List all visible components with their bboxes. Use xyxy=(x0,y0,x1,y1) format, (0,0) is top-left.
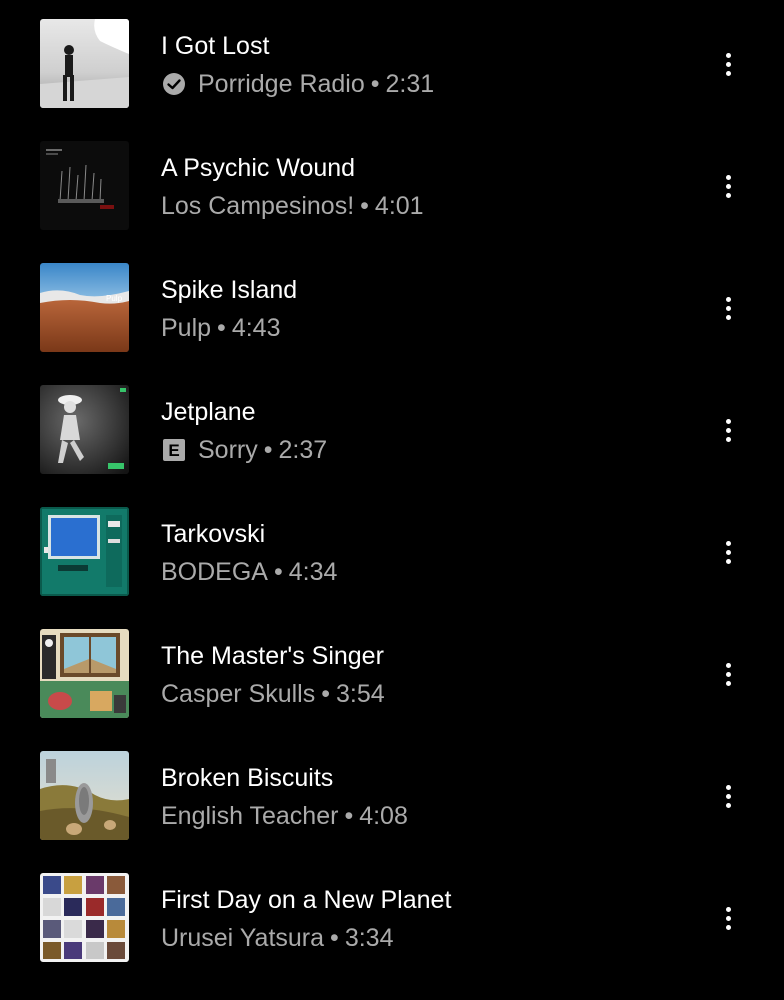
song-title: Spike Island xyxy=(161,276,298,304)
song-duration: 2:31 xyxy=(385,70,435,98)
more-vert-icon[interactable] xyxy=(712,48,744,80)
song-subtitle: BODEGA • 4:34 xyxy=(161,557,337,587)
song-artist: Sorry xyxy=(198,436,258,464)
song-duration: 3:34 xyxy=(344,924,394,952)
song-row[interactable]: I Got Lost Porridge Radio • 2:31 xyxy=(0,0,784,122)
song-row[interactable]: The Master's Singer Casper Skulls • 3:54 xyxy=(0,610,784,732)
more-vert-icon[interactable] xyxy=(712,536,744,568)
song-subtitle: Casper Skulls • 3:54 xyxy=(161,679,385,709)
song-title: A Psychic Wound xyxy=(161,154,356,182)
separator-dot: • xyxy=(217,314,226,342)
song-row[interactable]: Pulp Spike Island Pulp • 4:43 xyxy=(0,244,784,366)
song-title: Broken Biscuits xyxy=(161,764,334,792)
separator-dot: • xyxy=(321,680,330,708)
song-row[interactable]: Broken Biscuits English Teacher • 4:08 xyxy=(0,732,784,854)
song-artist: Pulp xyxy=(161,314,212,342)
svg-text:Pulp: Pulp xyxy=(106,294,123,303)
song-duration: 4:08 xyxy=(359,802,408,830)
song-duration: 4:43 xyxy=(231,314,281,342)
album-art-spike-island: Pulp xyxy=(40,263,129,352)
song-subtitle: Pulp • 4:43 xyxy=(161,313,280,343)
song-row[interactable]: Jetplane E Sorry • 2:37 xyxy=(0,366,784,488)
more-vert-icon[interactable] xyxy=(712,780,744,812)
song-list: I Got Lost Porridge Radio • 2:31 A Psych… xyxy=(0,0,784,1000)
album-art-broken-biscuits xyxy=(40,751,129,840)
album-art-jetplane xyxy=(40,385,129,474)
song-artist: Urusei Yatsura xyxy=(161,924,325,952)
song-title: Jetplane xyxy=(161,398,256,426)
separator-dot: • xyxy=(273,558,283,586)
song-artist: BODEGA xyxy=(161,558,268,586)
song-subtitle: E Sorry • 2:37 xyxy=(161,435,327,465)
svg-text:E: E xyxy=(168,441,179,460)
album-art-first-day xyxy=(40,873,129,962)
separator-dot: • xyxy=(370,70,380,98)
separator-dot: • xyxy=(360,192,369,220)
song-title: Tarkovski xyxy=(161,520,266,548)
more-vert-icon[interactable] xyxy=(712,902,744,934)
song-artist: Los Campesinos! xyxy=(161,192,355,220)
album-art-a-psychic-wound xyxy=(40,141,129,230)
verified-check-icon xyxy=(161,71,187,97)
separator-dot: • xyxy=(263,436,273,464)
song-row[interactable]: First Day on a New Planet Urusei Yatsura… xyxy=(0,854,784,976)
album-art-i-got-lost xyxy=(40,19,129,108)
song-duration: 4:01 xyxy=(374,192,424,220)
song-row[interactable]: Tarkovski BODEGA • 4:34 xyxy=(0,488,784,610)
album-art-tarkovski xyxy=(40,507,129,596)
separator-dot: • xyxy=(344,802,354,830)
song-duration: 4:34 xyxy=(288,558,338,586)
song-subtitle: English Teacher • 4:08 xyxy=(161,801,408,831)
song-artist: Porridge Radio xyxy=(198,70,365,98)
more-vert-icon[interactable] xyxy=(712,292,744,324)
explicit-icon: E xyxy=(161,437,187,463)
song-duration: 3:54 xyxy=(336,680,385,708)
song-artist: Casper Skulls xyxy=(161,680,316,708)
album-art-the-masters-singer xyxy=(40,629,129,718)
more-vert-icon[interactable] xyxy=(712,414,744,446)
song-title: First Day on a New Planet xyxy=(161,886,452,914)
song-duration: 2:37 xyxy=(278,436,328,464)
song-row[interactable]: A Psychic Wound Los Campesinos! • 4:01 xyxy=(0,122,784,244)
more-vert-icon[interactable] xyxy=(712,658,744,690)
song-title: The Master's Singer xyxy=(161,642,384,670)
song-artist: English Teacher xyxy=(161,802,339,830)
song-subtitle: Porridge Radio • 2:31 xyxy=(161,69,434,99)
song-subtitle: Urusei Yatsura • 3:34 xyxy=(161,923,393,953)
song-title: I Got Lost xyxy=(161,32,270,60)
more-vert-icon[interactable] xyxy=(712,170,744,202)
song-subtitle: Los Campesinos! • 4:01 xyxy=(161,191,424,221)
separator-dot: • xyxy=(330,924,339,952)
